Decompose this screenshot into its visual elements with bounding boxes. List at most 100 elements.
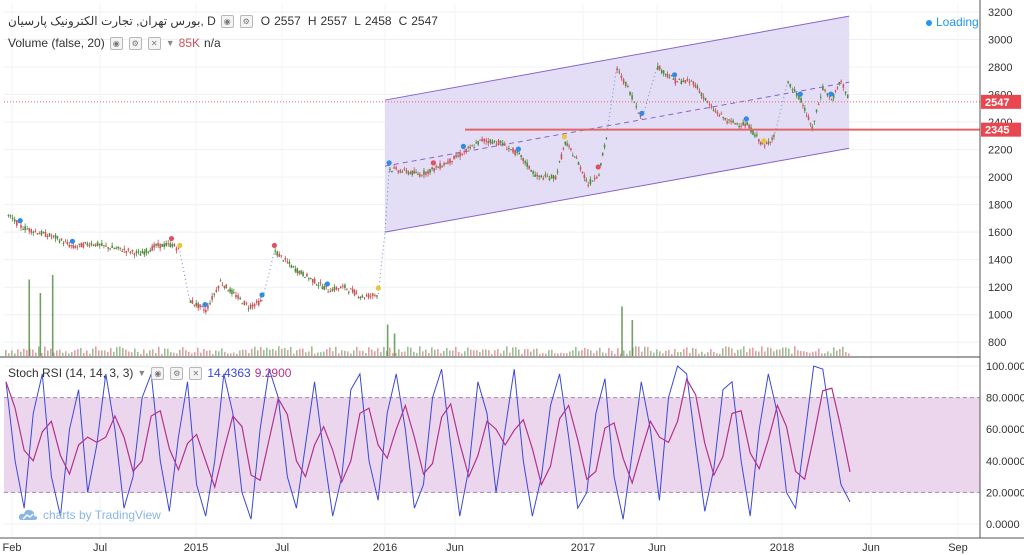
symbol-title[interactable]: بورس تهران, تجارت الکترونیک پارسیان, D [8, 14, 216, 28]
candle-body [344, 284, 346, 288]
volume-bar [119, 346, 121, 356]
candle-body [773, 135, 775, 137]
candle-body [787, 81, 789, 83]
candle-body [704, 97, 707, 101]
volume-bar [431, 347, 433, 356]
volume-bar [557, 353, 559, 356]
candle-body [728, 119, 730, 121]
eye-icon[interactable]: ◉ [109, 36, 123, 50]
candle-body [763, 145, 766, 147]
candle-body [227, 290, 229, 292]
volume-bar [683, 348, 685, 356]
volume-bar [485, 349, 487, 356]
eye-icon[interactable]: ◉ [151, 366, 165, 380]
candle-body [26, 228, 28, 230]
chart-canvas[interactable]: 8001000120014001600180020002200240026002… [0, 0, 1024, 555]
settings-icon[interactable]: ⚙ [239, 14, 253, 28]
volume-bar [83, 352, 85, 356]
volume-bar [77, 349, 79, 356]
volume-bar [200, 352, 202, 356]
volume-bar [335, 346, 337, 356]
candle-body [682, 80, 685, 83]
candle-body [544, 174, 547, 177]
candle-body [540, 175, 543, 178]
volume-bar [611, 350, 613, 356]
candle-body [702, 96, 705, 99]
candle-body [304, 276, 306, 278]
candle-body [76, 246, 79, 248]
candle-body [215, 289, 218, 292]
chevron-down-icon[interactable]: ▼ [137, 368, 146, 378]
volume-bar [422, 351, 424, 356]
volume-bar [20, 351, 22, 356]
volume-bar [602, 352, 604, 356]
candle-body [583, 174, 586, 179]
candle-body [139, 254, 142, 256]
volume-bar [770, 347, 772, 356]
candle-body [678, 79, 681, 81]
volume-bar [746, 352, 748, 356]
volume-bar [344, 350, 346, 356]
close-icon[interactable]: ✕ [189, 366, 203, 380]
volume-bar [419, 346, 421, 356]
volume-bar [734, 352, 736, 356]
candle-body [145, 248, 148, 253]
chevron-down-icon[interactable]: ▼ [166, 38, 175, 48]
close-icon[interactable]: ✕ [147, 36, 161, 50]
signal-dot [430, 160, 436, 166]
volume-bar [440, 353, 442, 356]
candle-body [616, 68, 618, 71]
signal-dot [639, 110, 645, 116]
candle-body [82, 243, 85, 248]
candle-body [441, 166, 443, 168]
eye-icon[interactable]: ◉ [220, 14, 234, 28]
volume-bar [686, 347, 688, 356]
candle-body [443, 163, 445, 166]
volume-bar [104, 350, 106, 356]
volume-bar [599, 347, 601, 356]
candle-body [78, 243, 81, 245]
volume-bar [407, 346, 409, 356]
candle-body [415, 172, 417, 174]
candle-body [209, 302, 211, 305]
candle-body [631, 95, 633, 100]
ohlc-high-label: H [307, 14, 317, 28]
price-label: 2345 [985, 125, 1009, 137]
signal-dot [386, 160, 392, 166]
price-tick-label: 1400 [988, 255, 1012, 267]
candle-body [514, 150, 516, 155]
candle-body [756, 134, 758, 136]
candle-body [317, 285, 320, 287]
volume-bar [455, 346, 457, 356]
candle-body [710, 106, 713, 108]
volume-bar [668, 349, 670, 356]
volume-bar [539, 353, 541, 356]
candle-body [306, 273, 308, 277]
ohlc-low: 2458 [364, 14, 392, 28]
volume-bar [326, 349, 328, 356]
tradingview-watermark[interactable]: charts by TradingView [18, 508, 161, 522]
time-tick-label: Sep [948, 542, 968, 554]
settings-icon[interactable]: ⚙ [128, 36, 142, 50]
volume-bar [812, 351, 814, 356]
ohlc-open: 2557 [274, 14, 301, 28]
candle-body [485, 140, 488, 142]
volume-bar [323, 351, 325, 356]
rsi-tick-label: 100.0000 [986, 361, 1024, 373]
volume-bar [560, 352, 562, 356]
volume-bar [257, 350, 259, 356]
candle-body [518, 152, 521, 154]
loading-dot-icon [926, 19, 932, 26]
volume-bar [158, 346, 160, 356]
candle-body [329, 291, 332, 293]
rsi-indicator-name[interactable]: Stoch RSI (14, 14, 3, 3) [8, 366, 133, 380]
volume-bar [341, 350, 343, 356]
settings-icon[interactable]: ⚙ [170, 366, 184, 380]
candle-body [321, 286, 324, 289]
volume-bar [824, 353, 826, 356]
candle-body [113, 248, 115, 250]
volume-indicator-name[interactable]: Volume (false, 20) [8, 36, 105, 50]
candle-body [524, 161, 526, 164]
volume-bar [647, 347, 649, 356]
candle-body [605, 137, 608, 139]
